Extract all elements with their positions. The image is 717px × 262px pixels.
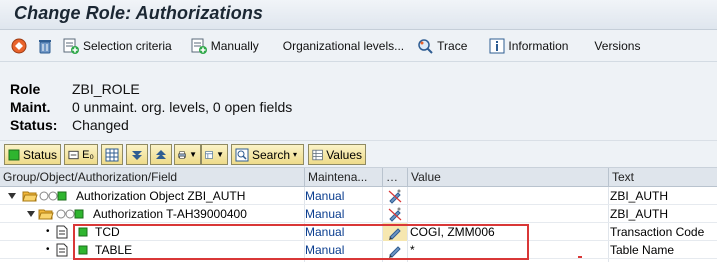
document-icon [56, 243, 68, 257]
add-manual-icon [191, 38, 207, 54]
selection-criteria-button[interactable]: Selection criteria [58, 34, 176, 58]
maintenance-cell: Manual [305, 189, 345, 203]
role-row: Role ZBI_ROLE [10, 80, 140, 98]
toggle-icon [11, 38, 27, 53]
bullet-icon: • [46, 226, 50, 237]
manually-button[interactable]: Manually [186, 34, 263, 58]
edit-cell[interactable] [383, 205, 407, 223]
collapse-all-button[interactable] [126, 144, 148, 165]
chevron-down-icon: ▼ [216, 150, 224, 159]
layout-button[interactable]: ▼ [201, 144, 228, 165]
search-icon [235, 148, 249, 161]
column-header-maintenance[interactable]: Maintena... [305, 168, 383, 187]
printer-icon [178, 150, 186, 159]
status-button[interactable]: Status [4, 144, 61, 165]
page-title: Change Role: Authorizations [14, 3, 264, 23]
open-folder-icon [38, 209, 54, 220]
values-table-icon [312, 149, 323, 160]
versions-button[interactable]: Versions [590, 34, 644, 58]
maint-label: Maint. [10, 99, 51, 115]
values-button-label: Values [326, 147, 362, 162]
status-value: Changed [72, 117, 129, 133]
status-button-label: Status [22, 147, 57, 162]
status-lights-icon [56, 209, 84, 219]
expanded-arrow-icon[interactable] [27, 211, 35, 217]
bullet-icon: • [46, 244, 50, 255]
text-cell: Transaction Code [610, 225, 705, 239]
organizational-levels-label: Organizational levels... [282, 38, 405, 53]
column-header-text[interactable]: Text [609, 168, 717, 187]
column-header-status[interactable]: … [383, 168, 408, 187]
maintenance-cell: Manual [305, 207, 345, 221]
grid-header: Group/Object/Authorization/Field Mainten… [0, 168, 717, 187]
highlight-mark [578, 256, 582, 258]
maint-row: Maint. 0 unmaint. org. levels, 0 open fie… [10, 98, 292, 116]
tree-row-authorization[interactable]: Authorization T-AH39000400 Manual ZBI_AU… [0, 205, 717, 223]
maint-value: 0 unmaint. org. levels, 0 open fields [72, 99, 293, 115]
status-square-icon [8, 149, 20, 160]
collapse-down-icon [132, 150, 142, 160]
trace-button[interactable]: Trace [412, 34, 471, 58]
highlight-box [73, 224, 529, 260]
tree-node-label: Authorization T-AH39000400 [93, 207, 247, 221]
information-button[interactable]: Information [485, 34, 572, 58]
chevron-down-icon: ▼ [189, 150, 197, 159]
expand-all-button[interactable] [150, 144, 172, 165]
role-header: Role ZBI_ROLE Maint. 0 unmaint. org. level… [0, 62, 717, 140]
column-header-value[interactable]: Value [408, 168, 609, 187]
trace-icon [418, 38, 433, 54]
trash-icon [39, 39, 51, 53]
status-label: Status: [10, 117, 58, 133]
chevron-down-icon: ▾ [293, 150, 298, 159]
print-button[interactable]: ▼ [174, 144, 201, 165]
document-icon [56, 225, 68, 239]
tree-node-cell: Authorization T-AH39000400 [0, 205, 304, 223]
expand-icon [68, 150, 79, 159]
edit-cell[interactable] [383, 187, 407, 205]
role-label: Role [10, 81, 41, 97]
text-cell: ZBI_AUTH [610, 189, 669, 203]
manually-label: Manually [210, 38, 259, 53]
versions-label: Versions [594, 38, 641, 53]
status-row: Status: Changed [10, 116, 129, 134]
search-button[interactable]: Search ▾ [231, 144, 304, 165]
value-cell[interactable] [410, 187, 606, 205]
tree-row-authorization-object[interactable]: Authorization Object ZBI_AUTH Manual ZBI… [0, 187, 717, 205]
edit-disabled-icon [388, 189, 402, 204]
status-lights-icon [39, 191, 67, 201]
role-value: ZBI_ROLE [72, 81, 140, 97]
grid-select-icon [105, 148, 119, 161]
organizational-levels-button[interactable]: Organizational levels... [279, 34, 408, 58]
text-cell: Table Name [610, 243, 675, 257]
delete-button[interactable] [32, 34, 58, 58]
trace-label: Trace [437, 38, 468, 53]
expand-up-icon [156, 149, 166, 159]
add-selection-icon [63, 38, 79, 54]
application-toolbar: Selection criteria Manually Organization… [0, 30, 717, 62]
tree-toolbar: Status E₀ ▼ ▼ Search ▾ Values [0, 140, 717, 168]
select-button[interactable] [101, 144, 123, 165]
expand-hint-icon: E₀ [82, 148, 94, 161]
tree-node-cell: Authorization Object ZBI_AUTH [0, 187, 304, 205]
edit-disabled-icon [388, 207, 402, 222]
expanded-arrow-icon[interactable] [8, 193, 16, 199]
selection-criteria-label: Selection criteria [83, 38, 172, 53]
info-icon [489, 38, 505, 53]
information-label: Information [508, 38, 569, 53]
column-header-group[interactable]: Group/Object/Authorization/Field [0, 168, 305, 187]
expand-button[interactable]: E₀ [64, 144, 98, 165]
tree-node-label: Authorization Object ZBI_AUTH [76, 189, 246, 203]
layout-icon [205, 150, 213, 159]
text-cell: ZBI_AUTH [610, 207, 669, 221]
title-bar: Change Role: Authorizations [0, 0, 717, 30]
open-folder-icon [22, 191, 38, 202]
toggle-display-change-button[interactable] [6, 34, 32, 58]
value-cell[interactable] [410, 205, 606, 223]
search-button-label: Search [252, 147, 291, 162]
values-button[interactable]: Values [308, 144, 366, 165]
